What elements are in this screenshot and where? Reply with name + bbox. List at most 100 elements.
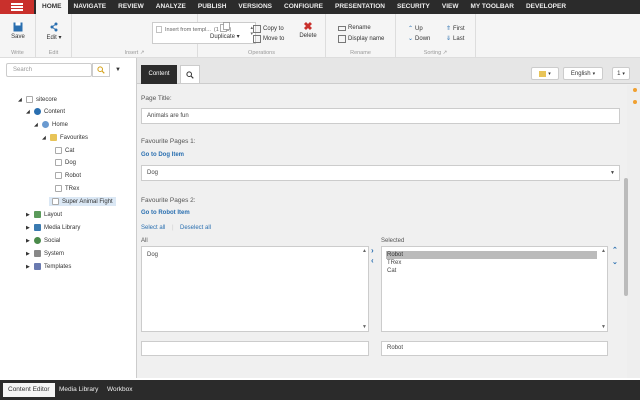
- search-button[interactable]: [92, 63, 110, 77]
- search-input[interactable]: Search: [6, 63, 92, 77]
- scroll-down-icon[interactable]: ▼: [601, 324, 606, 330]
- tree-node-social[interactable]: ▶ Social: [26, 237, 60, 244]
- content-scrollbar[interactable]: [627, 85, 640, 378]
- tab-developer[interactable]: DEVELOPER: [520, 0, 572, 14]
- tab-home[interactable]: HOME: [36, 0, 68, 14]
- tree-node-sitecore[interactable]: ◢ sitecore: [18, 96, 57, 103]
- scroll-up-icon[interactable]: ▲: [362, 248, 367, 254]
- expand-icon[interactable]: ▶: [26, 212, 31, 218]
- tree-node-layout[interactable]: ▶ Layout: [26, 211, 62, 218]
- insert-group: Insert from templ... (1 of 1) ▴▾ Insert …: [72, 14, 256, 58]
- divider: |: [172, 225, 174, 231]
- rename-icon: [338, 25, 346, 31]
- list-item[interactable]: Robot: [386, 251, 597, 259]
- first-button[interactable]: ⇑ First: [446, 25, 465, 33]
- collapse-icon[interactable]: ◢: [26, 109, 31, 115]
- tree-node-trex[interactable]: TRex: [55, 185, 79, 192]
- list-item[interactable]: Dog: [142, 251, 368, 259]
- copy-to-label: Copy to: [263, 26, 284, 32]
- bottom-tab-media-library[interactable]: Media Library: [54, 383, 103, 397]
- tree-node-favourites[interactable]: ◢ Favourites: [42, 134, 88, 141]
- first-label: First: [453, 25, 465, 32]
- first-icon: ⇑: [446, 26, 452, 32]
- tab-review[interactable]: REVIEW: [112, 0, 150, 14]
- tree-node-templates[interactable]: ▶ Templates: [26, 263, 71, 270]
- last-button[interactable]: ⇓ Last: [446, 35, 465, 43]
- bottom-tab-content-editor[interactable]: Content Editor: [3, 383, 55, 397]
- collapse-icon[interactable]: ◢: [18, 97, 23, 103]
- deselect-all-link[interactable]: Deselect all: [180, 225, 211, 231]
- ribbon-tabs: HOME NAVIGATE REVIEW ANALYZE PUBLISH VER…: [36, 0, 572, 14]
- scroll-up-icon[interactable]: ▲: [601, 248, 606, 254]
- edit-label: Edit: [46, 35, 57, 41]
- tab-publish[interactable]: PUBLISH: [192, 0, 233, 14]
- select-all-link[interactable]: Select all: [141, 225, 165, 231]
- tab-analyze[interactable]: ANALYZE: [150, 0, 192, 14]
- move-to-button[interactable]: Move to: [253, 35, 284, 43]
- version-select[interactable]: 1 ▾: [612, 67, 630, 80]
- collapse-icon[interactable]: ◢: [34, 122, 39, 128]
- folder-icon: [50, 134, 57, 141]
- tab-my-toolbar[interactable]: MY TOOLBAR: [464, 0, 519, 14]
- tab-content[interactable]: Content: [141, 65, 177, 84]
- search-options-dropdown[interactable]: ▼: [115, 67, 121, 73]
- page-icon: [52, 198, 59, 205]
- favourite-pages-1-select[interactable]: Dog ▼: [141, 165, 620, 181]
- tree-node-cat[interactable]: Cat: [55, 147, 74, 154]
- expand-icon[interactable]: ▶: [26, 225, 31, 231]
- tree-node-super-animal-fight[interactable]: Super Animal Fight: [49, 197, 116, 206]
- tab-presentation[interactable]: PRESENTATION: [329, 0, 391, 14]
- tree-node-dog[interactable]: Dog: [55, 159, 76, 166]
- scroll-down-icon[interactable]: ▼: [362, 324, 367, 330]
- last-label: Last: [453, 35, 465, 42]
- rename-button[interactable]: Rename: [338, 25, 371, 31]
- list-item[interactable]: Cat: [382, 267, 607, 275]
- rename-label: Rename: [348, 25, 371, 31]
- tab-navigate[interactable]: NAVIGATE: [68, 0, 113, 14]
- tree-node-content[interactable]: ◢ Content: [26, 108, 65, 115]
- copy-icon: [253, 25, 261, 33]
- expand-icon[interactable]: ▶: [26, 264, 31, 270]
- copy-to-button[interactable]: Copy to: [253, 25, 284, 33]
- tab-configure[interactable]: CONFIGURE: [278, 0, 329, 14]
- page-icon: [55, 159, 62, 166]
- insert-group-label: Insert ↗: [124, 50, 145, 56]
- edit-group-label: Edit: [48, 50, 59, 56]
- tab-security[interactable]: SECURITY: [391, 0, 436, 14]
- item-options-button[interactable]: ▾: [531, 67, 559, 80]
- move-up-button[interactable]: ⌃: [612, 246, 618, 254]
- add-selected-button[interactable]: ›: [371, 246, 374, 255]
- expand-icon[interactable]: ▶: [26, 251, 31, 257]
- menu-icon[interactable]: [0, 0, 34, 14]
- collapse-icon[interactable]: ◢: [42, 135, 47, 141]
- write-group-label: Write: [11, 50, 24, 56]
- tab-versions[interactable]: VERSIONS: [232, 0, 278, 14]
- go-to-robot-link[interactable]: Go to Robot Item: [141, 210, 190, 216]
- tree-node-system[interactable]: ▶ System: [26, 250, 64, 257]
- page-icon: [55, 147, 62, 154]
- scrollbar-thumb[interactable]: [624, 178, 628, 296]
- duplicate-button[interactable]: Duplicate ▾: [210, 22, 240, 40]
- display-name-button[interactable]: Display name: [338, 35, 384, 43]
- delete-button[interactable]: ✖ Delete: [297, 22, 319, 40]
- up-button[interactable]: ⌃ Up: [408, 25, 423, 33]
- tree-node-home[interactable]: ◢ Home: [34, 121, 68, 128]
- bottom-tab-workbox[interactable]: Workbox: [102, 383, 138, 397]
- down-button[interactable]: ⌄ Down: [408, 35, 430, 43]
- tree-node-media-library[interactable]: ▶ Media Library: [26, 224, 80, 231]
- save-button[interactable]: Save: [6, 22, 30, 40]
- language-select[interactable]: English ▾: [563, 67, 603, 80]
- search-tab[interactable]: [180, 65, 200, 84]
- list-item[interactable]: TRex: [382, 259, 607, 267]
- validation-indicator-icon: [633, 100, 637, 104]
- edit-button[interactable]: Edit ▾: [42, 22, 66, 41]
- tab-view[interactable]: VIEW: [436, 0, 465, 14]
- page-title-input[interactable]: Animals are fun: [141, 108, 620, 124]
- tree-node-robot[interactable]: Robot: [55, 172, 81, 179]
- move-down-button[interactable]: ⌄: [612, 258, 618, 266]
- all-items-list[interactable]: Dog ▲ ▼: [141, 246, 369, 332]
- remove-selected-button[interactable]: ‹: [371, 256, 374, 265]
- expand-icon[interactable]: ▶: [26, 238, 31, 244]
- selected-items-list[interactable]: Robot TRex Cat ▲ ▼: [381, 246, 608, 332]
- go-to-dog-link[interactable]: Go to Dog Item: [141, 152, 184, 158]
